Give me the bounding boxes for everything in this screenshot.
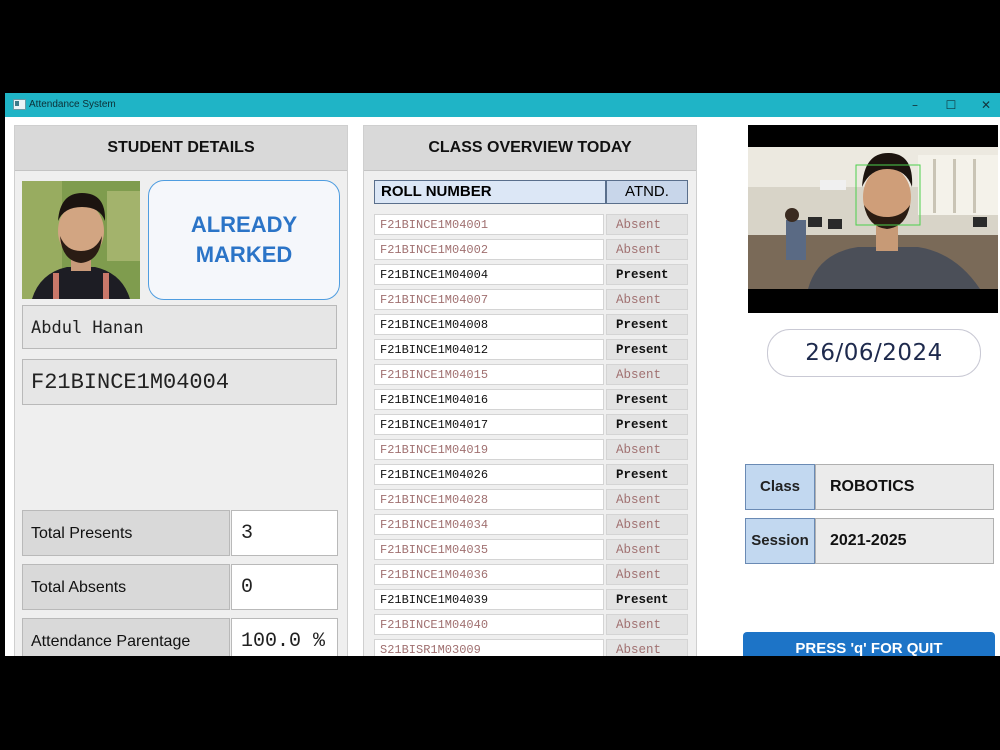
roll-number-cell: F21BINCE1M04028 [374, 489, 604, 510]
table-row: F21BINCE1M04035 Absent [374, 539, 688, 560]
attendance-percentage-label: Attendance Parentage [22, 618, 230, 656]
attendance-cell: Absent [606, 239, 688, 260]
roll-number-cell: F21BINCE1M04026 [374, 464, 604, 485]
class-info-row: Class ROBOTICS [745, 464, 994, 510]
attendance-cell: Present [606, 389, 688, 410]
roll-number-cell: F21BINCE1M04004 [374, 264, 604, 285]
maximize-button[interactable]: ☐ [937, 96, 965, 114]
minimize-button[interactable]: – [901, 96, 929, 114]
attendance-cell: Absent [606, 489, 688, 510]
student-details-header: STUDENT DETAILS [15, 126, 347, 171]
attendance-percentage-value: 100.0 % [231, 618, 338, 656]
attendance-cell: Present [606, 264, 688, 285]
table-row: F21BINCE1M04012 Present [374, 339, 688, 360]
total-absents-row: Total Absents 0 [22, 564, 338, 610]
camera-feed [748, 125, 998, 313]
roll-number-cell: F21BINCE1M04007 [374, 289, 604, 310]
student-photo [22, 181, 140, 299]
table-row: F21BINCE1M04002 Absent [374, 239, 688, 260]
table-row: F21BINCE1M04034 Absent [374, 514, 688, 535]
table-row: F21BINCE1M04028 Absent [374, 489, 688, 510]
column-header-roll-number: ROLL NUMBER [374, 180, 606, 204]
roll-number-cell: F21BINCE1M04002 [374, 239, 604, 260]
roll-number-cell: F21BINCE1M04016 [374, 389, 604, 410]
roll-number-cell: F21BINCE1M04017 [374, 414, 604, 435]
quit-button[interactable]: PRESS 'q' FOR QUIT [743, 632, 995, 656]
attendance-cell: Absent [606, 214, 688, 235]
attendance-status-box: ALREADY MARKED [148, 180, 340, 300]
student-roll-field: F21BINCE1M04004 [22, 359, 337, 405]
table-row: F21BINCE1M04040 Absent [374, 614, 688, 635]
table-row: F21BINCE1M04039 Present [374, 589, 688, 610]
attendance-cell: Present [606, 589, 688, 610]
attendance-cell: Absent [606, 639, 688, 656]
current-date: 26/06/2024 [767, 329, 981, 377]
total-presents-label: Total Presents [22, 510, 230, 556]
attendance-cell: Absent [606, 539, 688, 560]
attendance-cell: Present [606, 339, 688, 360]
attendance-cell: Absent [606, 439, 688, 460]
total-presents-row: Total Presents 3 [22, 510, 338, 556]
attendance-cell: Present [606, 414, 688, 435]
attendance-cell: Absent [606, 614, 688, 635]
roll-number-cell: F21BINCE1M04035 [374, 539, 604, 560]
total-presents-value: 3 [231, 510, 338, 556]
attendance-cell: Absent [606, 289, 688, 310]
class-label: Class [745, 464, 815, 510]
table-row: F21BINCE1M04001 Absent [374, 214, 688, 235]
table-row: F21BINCE1M04004 Present [374, 264, 688, 285]
class-value: ROBOTICS [815, 464, 994, 510]
table-row: F21BINCE1M04008 Present [374, 314, 688, 335]
table-row: S21BISR1M03009 Absent [374, 639, 688, 656]
table-row: F21BINCE1M04019 Absent [374, 439, 688, 460]
overview-table-body[interactable]: F21BINCE1M04001 Absent F21BINCE1M04002 Abse… [374, 214, 688, 656]
window-icon [13, 99, 26, 110]
attendance-cell: Absent [606, 364, 688, 385]
roll-number-cell: F21BINCE1M04012 [374, 339, 604, 360]
roll-number-cell: F21BINCE1M04040 [374, 614, 604, 635]
roll-number-cell: F21BINCE1M04039 [374, 589, 604, 610]
class-overview-header: CLASS OVERVIEW TODAY [364, 126, 696, 171]
table-row: F21BINCE1M04026 Present [374, 464, 688, 485]
student-name-field: Abdul Hanan [22, 305, 337, 349]
roll-number-cell: F21BINCE1M04034 [374, 514, 604, 535]
roll-number-cell: F21BINCE1M04008 [374, 314, 604, 335]
overview-table-header: ROLL NUMBER ATND. [374, 180, 688, 204]
attendance-percentage-row: Attendance Parentage 100.0 % [22, 618, 338, 656]
attendance-status-text: ALREADY MARKED [190, 212, 298, 267]
session-label: Session [745, 518, 815, 564]
table-row: F21BINCE1M04036 Absent [374, 564, 688, 585]
total-absents-label: Total Absents [22, 564, 230, 610]
total-absents-value: 0 [231, 564, 338, 610]
class-overview-panel: CLASS OVERVIEW TODAY ROLL NUMBER ATND. F… [363, 125, 697, 656]
main-content: STUDENT DETAILS ALREADY MARKED Abdul Han… [5, 117, 1000, 656]
table-row: F21BINCE1M04017 Present [374, 414, 688, 435]
session-value: 2021-2025 [815, 518, 994, 564]
roll-number-cell: F21BINCE1M04019 [374, 439, 604, 460]
attendance-cell: Absent [606, 564, 688, 585]
student-details-panel: STUDENT DETAILS ALREADY MARKED Abdul Han… [14, 125, 348, 656]
table-row: F21BINCE1M04007 Absent [374, 289, 688, 310]
attendance-cell: Present [606, 464, 688, 485]
roll-number-cell: S21BISR1M03009 [374, 639, 604, 656]
roll-number-cell: F21BINCE1M04015 [374, 364, 604, 385]
table-row: F21BINCE1M04015 Absent [374, 364, 688, 385]
close-button[interactable]: ✕ [972, 96, 1000, 114]
table-row: F21BINCE1M04016 Present [374, 389, 688, 410]
column-header-attendance: ATND. [606, 180, 688, 204]
app-window: Attendance System – ☐ ✕ STUDENT DETAILS [5, 93, 1000, 656]
roll-number-cell: F21BINCE1M04001 [374, 214, 604, 235]
attendance-cell: Present [606, 314, 688, 335]
roll-number-cell: F21BINCE1M04036 [374, 564, 604, 585]
session-info-row: Session 2021-2025 [745, 518, 994, 564]
attendance-cell: Absent [606, 514, 688, 535]
title-bar[interactable]: Attendance System – ☐ ✕ [5, 93, 1000, 117]
window-title: Attendance System [29, 99, 116, 110]
